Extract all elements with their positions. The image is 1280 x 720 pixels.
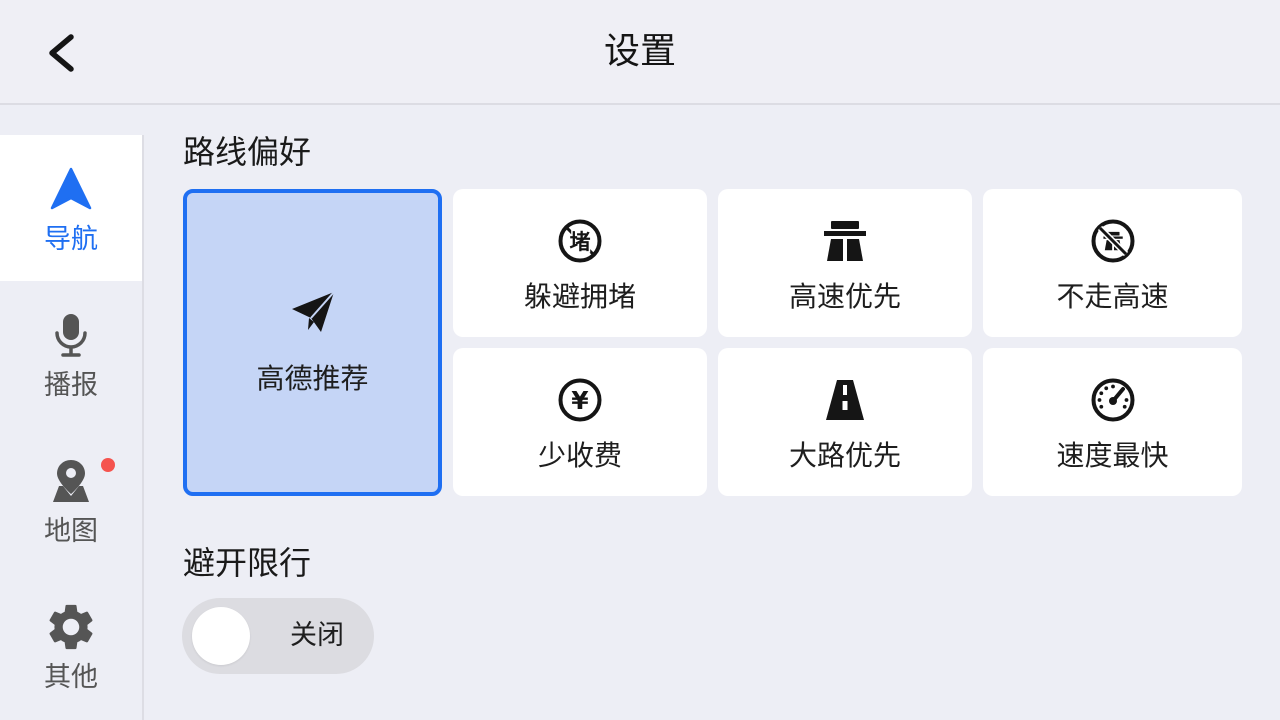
header-bar: 设置: [0, 0, 1280, 105]
option-less-toll[interactable]: ¥ 少收费: [453, 348, 707, 496]
sidebar-item-label: 播报: [44, 370, 98, 401]
sidebar-item-map[interactable]: 地图: [0, 427, 142, 573]
paper-plane-icon: [291, 290, 335, 332]
sidebar-item-broadcast[interactable]: 播报: [0, 281, 142, 427]
sidebar: 导航 播报 地图 其他: [0, 135, 144, 720]
gear-icon: [49, 604, 93, 650]
avoid-restriction-toggle[interactable]: 关闭: [182, 598, 374, 674]
option-label: 躲避拥堵: [523, 280, 636, 313]
main-road-icon: [826, 380, 864, 420]
sidebar-item-label: 导航: [44, 224, 98, 255]
option-label: 大路优先: [788, 439, 901, 472]
notification-dot: [101, 458, 115, 472]
section-title-route-preference: 路线偏好: [183, 133, 312, 171]
avoid-congestion-icon: 堵: [558, 219, 602, 263]
option-label: 高速优先: [788, 280, 901, 313]
option-label: 少收费: [537, 439, 622, 472]
option-avoid-congestion[interactable]: 堵 躲避拥堵: [453, 189, 707, 337]
option-amap-recommended[interactable]: 高德推荐: [183, 189, 442, 496]
option-label: 不走高速: [1056, 280, 1169, 313]
option-main-road-first[interactable]: 大路优先: [718, 348, 972, 496]
toggle-knob: [192, 607, 250, 665]
option-highway-first[interactable]: 高速优先: [718, 189, 972, 337]
page-title: 设置: [603, 31, 676, 72]
sidebar-item-other[interactable]: 其他: [0, 573, 142, 719]
no-highway-icon: [1091, 219, 1134, 263]
sidebar-item-label: 其他: [44, 662, 98, 693]
microphone-icon: [55, 314, 87, 357]
highway-icon: [824, 221, 866, 261]
option-label: 高德推荐: [256, 361, 369, 395]
congestion-glyph: 堵: [570, 230, 591, 254]
navigation-arrow-icon: [50, 167, 92, 210]
option-avoid-highway[interactable]: 不走高速: [983, 189, 1242, 337]
sidebar-item-label: 地图: [44, 516, 98, 547]
section-title-avoid-restriction: 避开限行: [183, 544, 312, 582]
route-preference-options: 高德推荐 堵 躲避拥堵 高速优先 不走高速 ¥ 少收费 大路优先 速度最快: [183, 189, 1242, 496]
yuan-glyph: ¥: [571, 386, 589, 415]
option-label: 速度最快: [1056, 439, 1169, 472]
sidebar-item-navigation[interactable]: 导航: [0, 135, 142, 281]
toggle-state-label: 关闭: [290, 620, 344, 651]
toll-fee-icon: ¥: [558, 378, 602, 422]
option-fastest[interactable]: 速度最快: [983, 348, 1242, 496]
speedometer-icon: [1091, 378, 1134, 422]
map-pin-icon: [53, 460, 89, 502]
